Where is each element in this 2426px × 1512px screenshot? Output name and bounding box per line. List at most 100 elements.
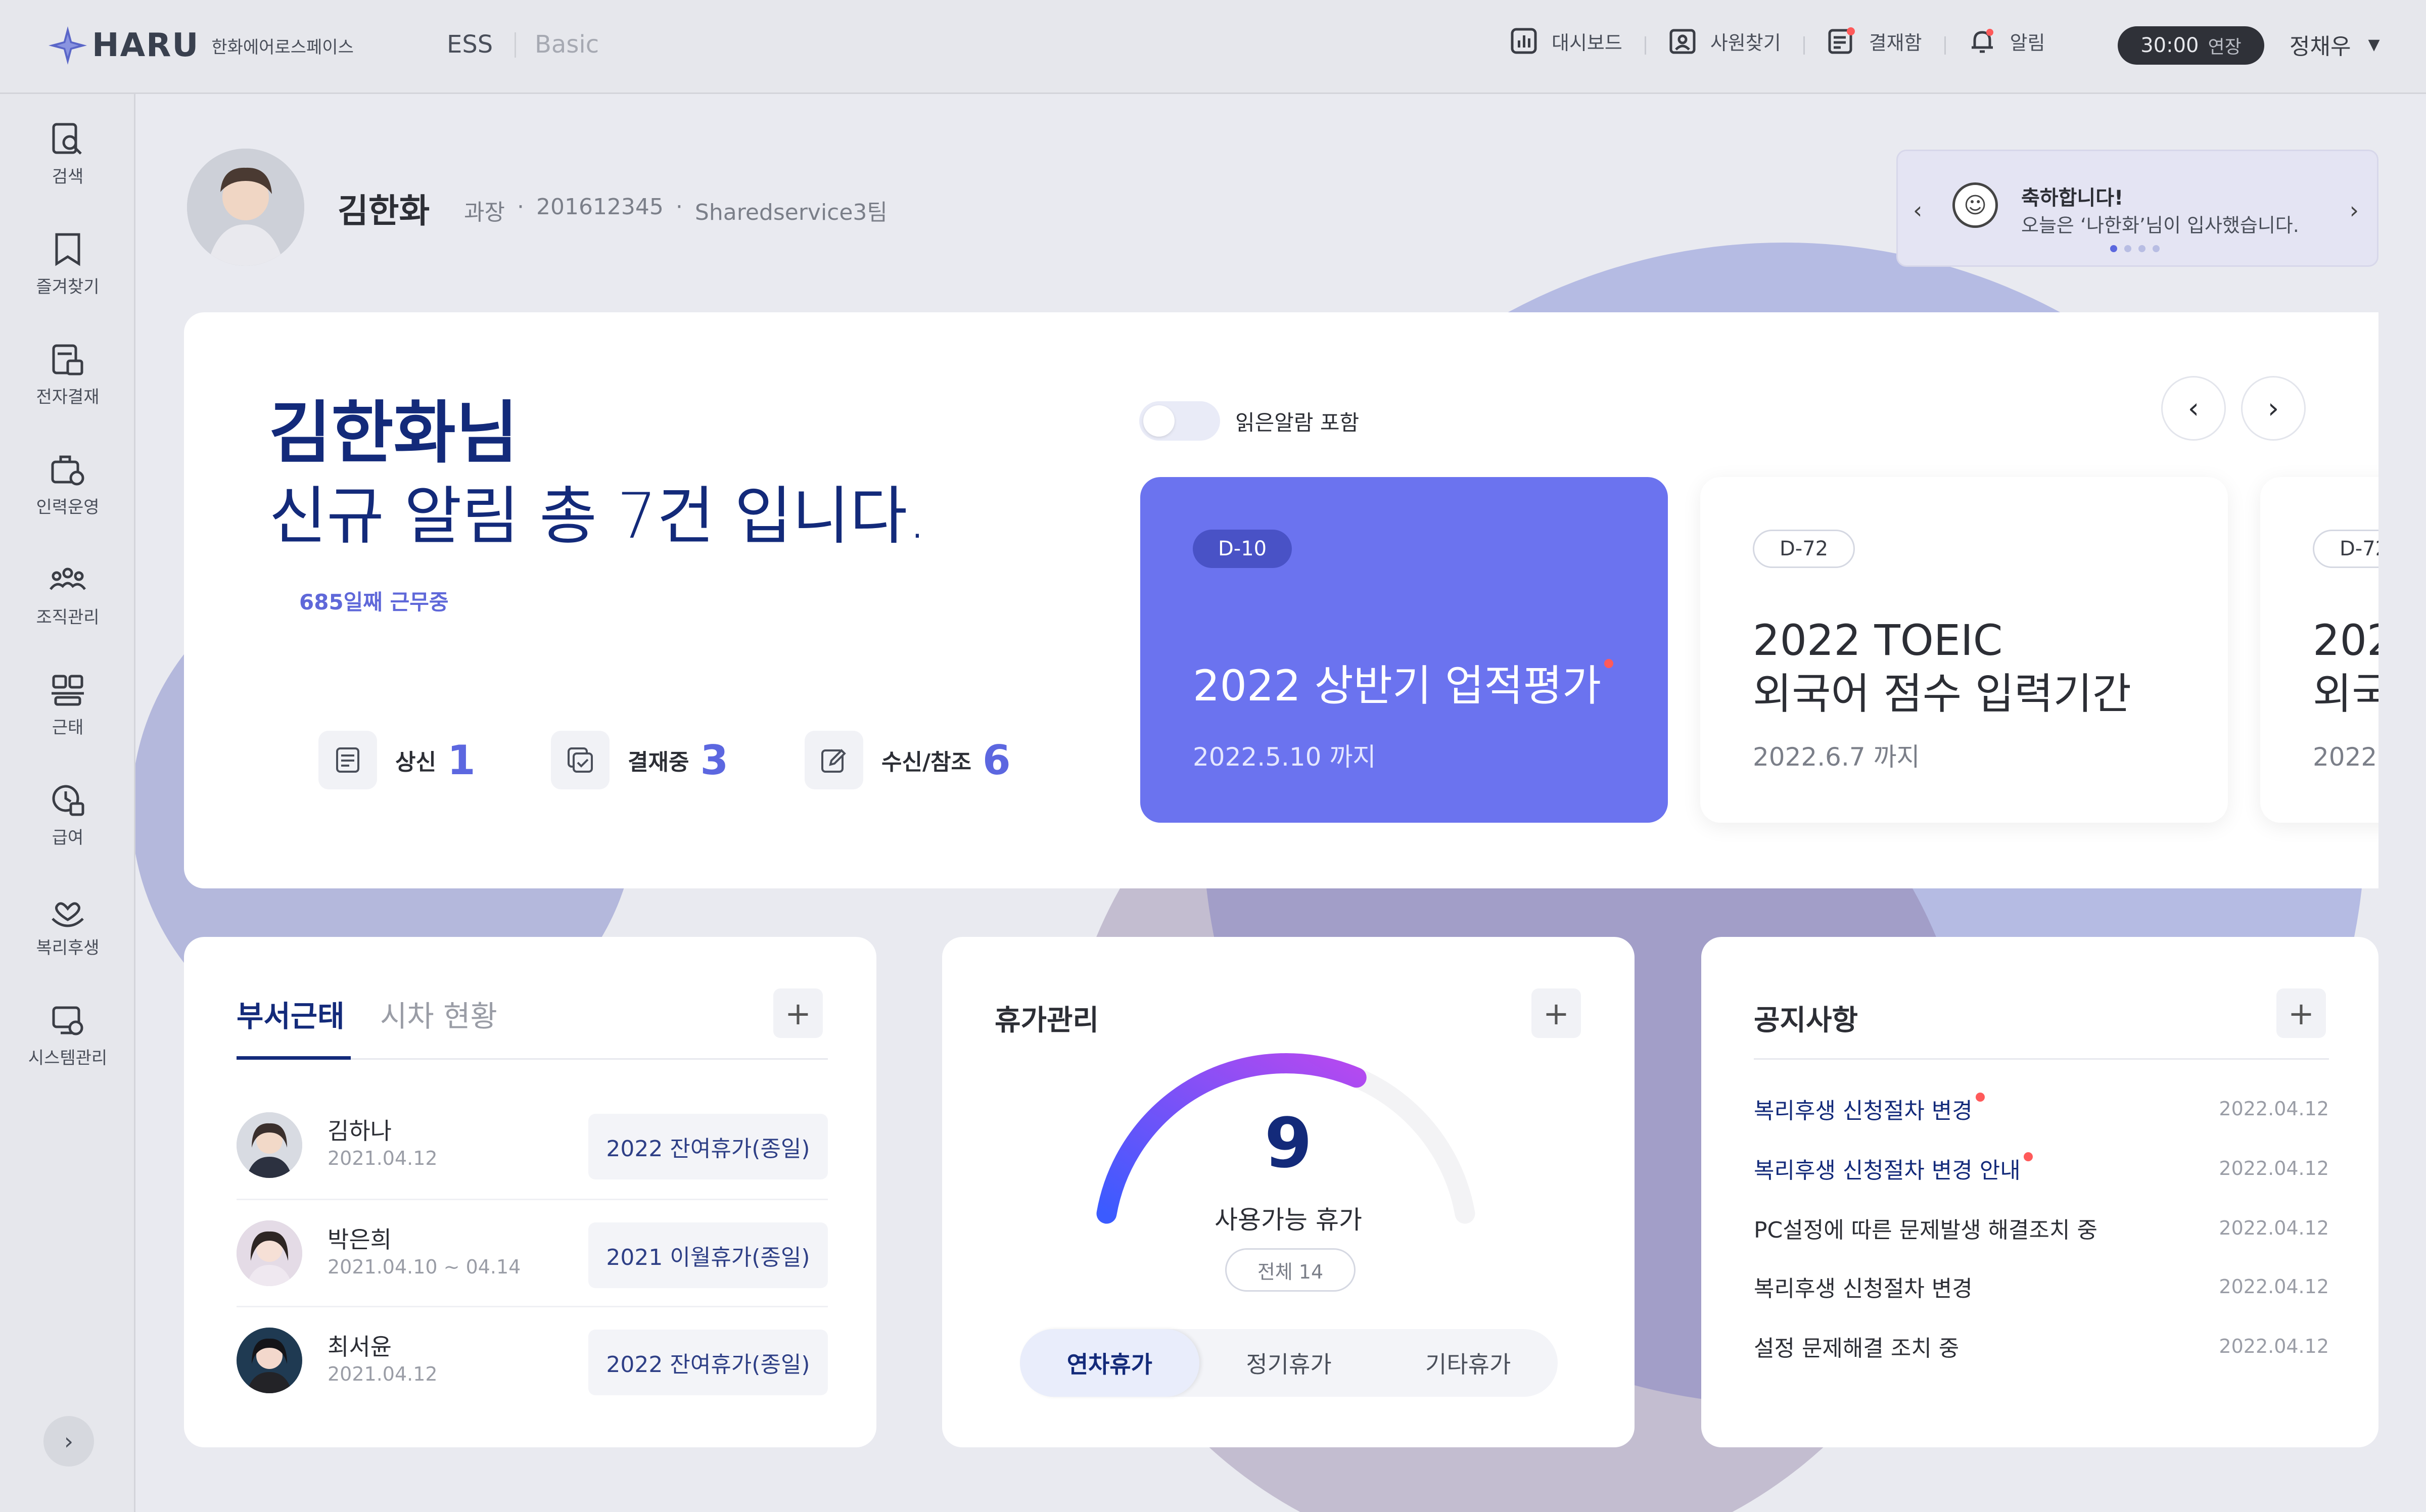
stat-label: 결재중 <box>628 749 689 775</box>
employee-date: 2021.04.12 <box>328 1147 438 1169</box>
session-timer[interactable]: 30:00 연장 <box>2118 26 2264 65</box>
bell-icon <box>1971 29 1993 53</box>
avatar <box>237 1220 302 1286</box>
greeting-name: 김한화님 <box>269 394 519 472</box>
alerts-next-button[interactable]: › <box>2241 376 2306 441</box>
notice-item[interactable]: PC설정에 따른 문제발생 해결조치 중 2022.04.12 <box>1754 1208 2329 1248</box>
search-icon <box>52 123 82 155</box>
alert-deadline: 2022.6.7 까지 <box>2313 742 2378 772</box>
stat-count: 6 <box>983 736 1011 784</box>
notice-date: 2022.04.12 <box>2219 1157 2329 1179</box>
tab-dept-attendance[interactable]: 부서근태 <box>237 993 344 1035</box>
read-alarm-toggle[interactable] <box>1139 401 1220 441</box>
alerts-prev-button[interactable]: ‹ <box>2161 376 2226 441</box>
sidebar-item-system[interactable]: 시스템관리 <box>0 1001 135 1069</box>
profile-avatar[interactable] <box>187 149 304 266</box>
pagination-dot[interactable] <box>2153 245 2160 252</box>
dept-attendance-card: 부서근태 시차 현황 + 김하나 2021.04.12 2022 잔여휴가(종일… <box>184 937 876 1447</box>
list-item[interactable]: 김하나 2021.04.12 2022 잔여휴가(종일) <box>237 1092 828 1199</box>
read-alarm-toggle-wrap: 읽은알람 포함 <box>1139 401 1359 441</box>
tab-annual-leave[interactable]: 연차휴가 <box>1020 1329 1199 1397</box>
sidebar-item-e-approval[interactable]: 전자결재 <box>0 340 135 408</box>
notice-title-text: 복리후생 신청절차 변경 <box>1754 1098 1973 1124</box>
sidebar-item-search[interactable]: 검색 <box>0 119 135 187</box>
alert-card[interactable]: D-10 2022 상반기 업적평가 2022.5.10 까지 <box>1140 477 1668 823</box>
chevron-left-icon[interactable]: ‹ <box>1913 197 1922 224</box>
sidebar-item-label: 전자결재 <box>36 387 100 407</box>
employee-name: 박은희 <box>328 1226 392 1253</box>
notice-title: PC설정에 따른 문제발생 해결조치 중 <box>1754 1217 2097 1243</box>
nav-dashboard[interactable]: 대시보드 <box>1486 25 1645 57</box>
pagination-dot[interactable] <box>2110 245 2117 252</box>
nav-employee-search[interactable]: 사원찾기 <box>1644 25 1803 57</box>
alert-deadline: 2022.5.10 까지 <box>1193 742 1376 772</box>
nav-approval-box[interactable]: 결재함 <box>1803 25 1944 57</box>
notice-item[interactable]: 복리후생 신청절차 변경 2022.04.12 <box>1754 1089 2329 1129</box>
nav-alarm[interactable]: 알림 <box>1944 25 2068 57</box>
alert-title: 2022 TOEIC 외국어 점수 입력기간 <box>2313 613 2378 721</box>
approval-check-icon <box>551 731 610 789</box>
sidebar-item-attendance[interactable]: 근태 <box>0 670 135 738</box>
available-leave-label: 사용가능 휴가 <box>1215 1205 1362 1235</box>
sidebar-item-workforce[interactable]: 인력운영 <box>0 450 135 518</box>
add-button[interactable]: + <box>1531 988 1581 1038</box>
app-frame: HARU 한화에어로스페이스 ESS Basic 대시보드 사원찾기 결재함 알… <box>0 0 2426 1512</box>
list-item[interactable]: 박은희 2021.04.10 ~ 04.14 2021 이월휴가(종일) <box>237 1199 828 1306</box>
mode-ess[interactable]: ESS <box>447 30 493 59</box>
salary-icon <box>52 785 84 816</box>
smile-icon: ☺ <box>1952 182 1998 228</box>
sidebar-item-label: 검색 <box>52 167 84 187</box>
user-name: 정채우 <box>2290 34 2351 60</box>
tab-active-indicator <box>237 1056 351 1060</box>
profile-name: 김한화 <box>338 192 430 230</box>
plus-icon: + <box>785 995 811 1032</box>
notice-item[interactable]: 복리후생 신청절차 변경 안내 2022.04.12 <box>1754 1148 2329 1189</box>
stat-in-approval[interactable]: 결재중 3 <box>551 731 728 789</box>
notice-item[interactable]: 복리후생 신청절차 변경 2022.04.12 <box>1754 1266 2329 1307</box>
logo-text: HARU <box>92 27 200 64</box>
alert-title-line: 2022 TOEIC <box>2313 616 2378 665</box>
sidebar-item-organization[interactable]: 조직관리 <box>0 560 135 628</box>
list-item[interactable]: 최서윤 2021.04.12 2022 잔여휴가(종일) <box>237 1306 828 1413</box>
chevron-right-icon[interactable]: › <box>2350 197 2359 224</box>
notice-divider <box>1754 1058 2329 1060</box>
notice-title-text: 복리후생 신청절차 변경 안내 <box>1754 1158 2021 1184</box>
pagination-dot[interactable] <box>2138 245 2145 252</box>
stat-received[interactable]: 수신/참조 6 <box>805 731 1011 789</box>
employee-search-icon <box>1669 29 1696 54</box>
welfare-icon <box>52 902 84 927</box>
bookmark-icon <box>55 233 80 266</box>
timer-extend-button[interactable]: 연장 <box>2208 32 2242 59</box>
d-day-badge: D-10 <box>1193 530 1292 568</box>
sidebar-expand-button[interactable]: › <box>43 1416 94 1467</box>
alert-card[interactable]: D-72 2022 TOEIC 외국어 점수 입력기간 2022.6.7 까지 <box>1700 477 2228 823</box>
sidebar-item-salary[interactable]: 급여 <box>0 780 135 848</box>
sidebar: 검색 즐겨찾기 전자결재 인력운영 조직관리 근태 급여 복리후생 시스템관리 … <box>0 94 135 1512</box>
pagination-dot[interactable] <box>2124 245 2131 252</box>
sidebar-item-label: 근태 <box>52 718 84 738</box>
tab-regular-leave[interactable]: 정기휴가 <box>1199 1329 1379 1397</box>
notification-toast[interactable]: ‹ ☺ 축하합니다! 오늘은 ‘나한화’님이 입사했습니다. › <box>1896 150 2378 267</box>
sidebar-item-welfare[interactable]: 복리후생 <box>0 890 135 959</box>
top-header: HARU 한화에어로스페이스 ESS Basic 대시보드 사원찾기 결재함 알… <box>0 0 2426 94</box>
nav-employee-search-label: 사원찾기 <box>1710 31 1781 54</box>
alert-card[interactable]: D-72 2022 TOEIC 외국어 점수 입력기간 2022.6.7 까지 <box>2260 477 2378 823</box>
user-menu[interactable]: 정채우 ▼ <box>2290 28 2380 61</box>
profile-team: Sharedservice3팀 <box>694 200 888 225</box>
tab-time-difference[interactable]: 시차 현황 <box>380 993 497 1035</box>
leave-tag: 2022 잔여휴가(종일) <box>588 1330 828 1395</box>
add-button[interactable]: + <box>773 988 823 1038</box>
tab-other-leave[interactable]: 기타휴가 <box>1378 1329 1558 1397</box>
add-button[interactable]: + <box>2276 988 2326 1038</box>
logo[interactable]: HARU 한화에어로스페이스 <box>46 24 354 67</box>
mode-basic[interactable]: Basic <box>535 30 599 59</box>
organization-icon <box>50 568 86 590</box>
dashboard-icon <box>1511 28 1537 54</box>
sidebar-item-bookmark[interactable]: 즐겨찾기 <box>0 229 135 298</box>
card-title: 휴가관리 <box>995 1004 1099 1037</box>
notice-item[interactable]: 설정 문제해결 조치 중 2022.04.12 <box>1754 1326 2329 1366</box>
employee-date: 2021.04.10 ~ 04.14 <box>328 1256 521 1278</box>
stat-submitted[interactable]: 상신 1 <box>318 731 476 789</box>
sidebar-item-label: 복리후생 <box>36 938 100 958</box>
available-leave-count: 9 <box>1264 1104 1313 1184</box>
